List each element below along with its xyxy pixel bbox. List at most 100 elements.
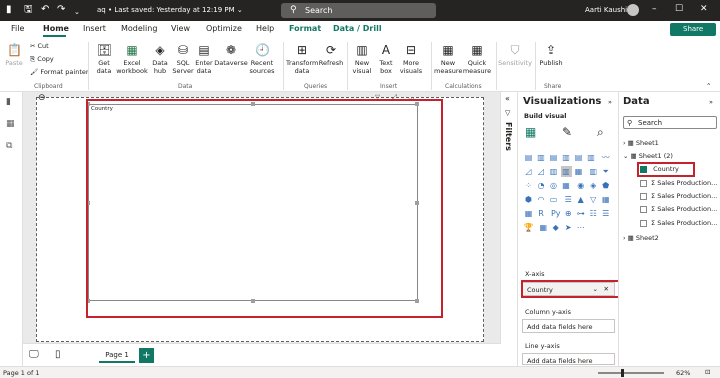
redo-icon[interactable]: ↷ xyxy=(57,4,65,16)
get-data-button[interactable]: 🗄 Get data xyxy=(93,43,115,75)
tab-page-1[interactable]: Page 1 xyxy=(99,348,135,363)
sql-server-button[interactable]: ⛁ SQL Server xyxy=(172,43,194,75)
key-influencers-icon[interactable]: ⊕ xyxy=(563,208,574,219)
maximize-icon[interactable]: ☐ xyxy=(675,4,683,14)
goals-icon[interactable]: 🏆 xyxy=(523,222,534,233)
sensitivity-button[interactable]: ⛉ Sensitivity xyxy=(498,43,532,67)
enter-data-button[interactable]: ▤ Enter data xyxy=(194,43,214,75)
tab-optimize[interactable]: Optimize xyxy=(206,24,242,33)
treemap-icon[interactable]: ▦ xyxy=(561,180,572,191)
r-visual-icon[interactable]: R xyxy=(536,208,547,219)
area-chart-icon[interactable]: ◿ xyxy=(523,166,534,177)
text-box-button[interactable]: A Text box xyxy=(375,43,397,75)
table-view-icon[interactable]: ▦ xyxy=(6,119,15,129)
cut-button[interactable]: ✂ Cut xyxy=(30,42,49,50)
power-automate-icon[interactable]: ➤ xyxy=(563,222,574,233)
window-title[interactable]: aq • Last saved: Yesterday at 12:19 PM ⌄ xyxy=(97,6,243,14)
tab-help[interactable]: Help xyxy=(256,24,274,33)
matrix-icon[interactable]: ▦ xyxy=(523,208,534,219)
100-stacked-column-chart-icon[interactable]: ▥ xyxy=(586,152,597,163)
map-icon[interactable]: ◉ xyxy=(575,180,586,191)
checkbox-icon[interactable] xyxy=(640,192,647,200)
tab-modeling[interactable]: Modeling xyxy=(121,24,157,33)
filled-map-icon[interactable]: ◈ xyxy=(588,180,599,191)
fit-to-page-icon[interactable]: ⊡ xyxy=(705,368,710,376)
pie-chart-icon[interactable]: ◔ xyxy=(536,180,547,191)
qa-visual-icon[interactable]: ☷ xyxy=(588,208,599,219)
power-apps-icon[interactable]: ◆ xyxy=(550,222,561,233)
table-visual-icon[interactable]: ▦ xyxy=(600,194,611,205)
analytics-icon[interactable]: ⌕ xyxy=(597,125,604,140)
desktop-layout-icon[interactable]: 🖵 xyxy=(29,349,39,360)
collapse-filters-icon[interactable]: « xyxy=(505,94,510,103)
checkbox-icon[interactable] xyxy=(640,205,647,213)
filters-pane[interactable]: « ▽ Filters xyxy=(500,92,517,366)
refresh-button[interactable]: ⟳ Refresh xyxy=(318,43,344,67)
100-stacked-bar-chart-icon[interactable]: ▤ xyxy=(573,152,584,163)
clustered-column-chart-icon[interactable]: ▥ xyxy=(561,152,572,163)
stacked-bar-chart-icon[interactable]: ▤ xyxy=(523,152,534,163)
recent-sources-button[interactable]: 🕘 Recent sources xyxy=(248,43,276,75)
line-clustered-column-chart-icon[interactable]: ▥ xyxy=(560,166,572,177)
collapse-visualizations-icon[interactable]: » xyxy=(608,98,612,106)
save-icon[interactable]: 🖫 xyxy=(24,4,33,16)
new-measure-button[interactable]: ▦ New measure xyxy=(434,43,462,75)
model-view-icon[interactable]: ⧉ xyxy=(6,141,12,151)
line-stacked-column-chart-icon[interactable]: ▥ xyxy=(548,166,559,177)
minimize-icon[interactable]: – xyxy=(652,4,657,14)
line-chart-icon[interactable]: 〰 xyxy=(600,152,611,163)
table-sheet1[interactable]: › ▦ Sheet1 xyxy=(623,139,659,147)
add-page-button[interactable]: + xyxy=(139,348,154,363)
line-y-axis-field-well[interactable]: Add data fields here xyxy=(522,353,615,365)
field-sales-production[interactable]: Σ Sales Production... xyxy=(640,192,717,200)
quick-access-dropdown-icon[interactable]: ⌄ xyxy=(74,6,80,18)
build-visual-icon[interactable]: ▦ xyxy=(525,125,536,139)
zoom-slider-handle[interactable] xyxy=(621,369,624,377)
close-icon[interactable]: ✕ xyxy=(700,4,708,14)
ribbon-chart-icon[interactable]: ▦ xyxy=(573,166,584,177)
collapse-ribbon-icon[interactable]: ⌃ xyxy=(706,82,711,90)
publish-button[interactable]: ⇪ Publish xyxy=(538,43,564,67)
column-y-axis-field-well[interactable]: Add data fields here xyxy=(522,319,615,333)
field-sales-production[interactable]: Σ Sales Production... xyxy=(640,219,717,227)
tab-view[interactable]: View xyxy=(171,24,190,33)
dataverse-button[interactable]: ❁ Dataverse xyxy=(214,43,248,67)
new-visual-button[interactable]: ▥ New visual xyxy=(350,43,374,75)
mobile-layout-icon[interactable]: ▯ xyxy=(55,349,61,360)
stacked-column-chart-icon[interactable]: ▥ xyxy=(536,152,547,163)
excel-workbook-button[interactable]: ▦ Excel workbook xyxy=(116,43,148,75)
slicer-icon[interactable]: ▽ xyxy=(588,194,599,205)
stacked-area-chart-icon[interactable]: ◿ xyxy=(536,166,547,177)
field-sales-production[interactable]: Σ Sales Production... xyxy=(640,205,717,213)
clustered-bar-chart-icon[interactable]: ▤ xyxy=(548,152,559,163)
table-sheet2[interactable]: › ▦ Sheet2 xyxy=(623,234,659,242)
tab-insert[interactable]: Insert xyxy=(83,24,106,33)
checkbox-icon[interactable] xyxy=(640,219,647,227)
quick-measure-button[interactable]: ▦ Quick measure xyxy=(462,43,492,75)
gauge-icon[interactable]: ◠ xyxy=(536,194,547,205)
scatter-chart-icon[interactable]: ⁘ xyxy=(523,180,534,191)
tab-data-drill[interactable]: Data / Drill xyxy=(333,24,382,33)
copy-button[interactable]: ⎘ Copy xyxy=(30,55,54,64)
decomposition-tree-icon[interactable]: ⊶ xyxy=(575,208,586,219)
checkbox-icon[interactable] xyxy=(640,179,647,187)
funnel-chart-icon[interactable]: ⏷ xyxy=(600,166,611,177)
table-sheet1-2[interactable]: ⌄ ▦ Sheet1 (2) xyxy=(623,152,673,160)
report-view-icon[interactable]: ▮ xyxy=(6,97,11,107)
tab-file[interactable]: File xyxy=(11,24,24,33)
python-visual-icon[interactable]: Py xyxy=(550,208,561,219)
azure-map-icon[interactable]: ⬢ xyxy=(523,194,534,205)
paginated-report-icon[interactable]: ▦ xyxy=(538,222,549,233)
format-painter-button[interactable]: 🖌 Format painter xyxy=(30,68,89,76)
undo-icon[interactable]: ↶ xyxy=(41,4,49,16)
format-visual-icon[interactable]: ✎ xyxy=(562,125,572,139)
data-search-input[interactable]: ⚲ Search xyxy=(623,116,717,129)
waterfall-chart-icon[interactable]: ▥ xyxy=(588,166,599,177)
donut-chart-icon[interactable]: ◎ xyxy=(548,180,559,191)
avatar[interactable] xyxy=(627,4,639,16)
back-icon[interactable]: ⊖ xyxy=(38,93,46,103)
shape-map-icon[interactable]: ⬟ xyxy=(600,180,611,191)
field-sales-production[interactable]: Σ Sales Production... xyxy=(640,179,717,187)
smart-narrative-icon[interactable]: ☰ xyxy=(600,208,611,219)
share-button[interactable]: Share xyxy=(670,23,716,36)
